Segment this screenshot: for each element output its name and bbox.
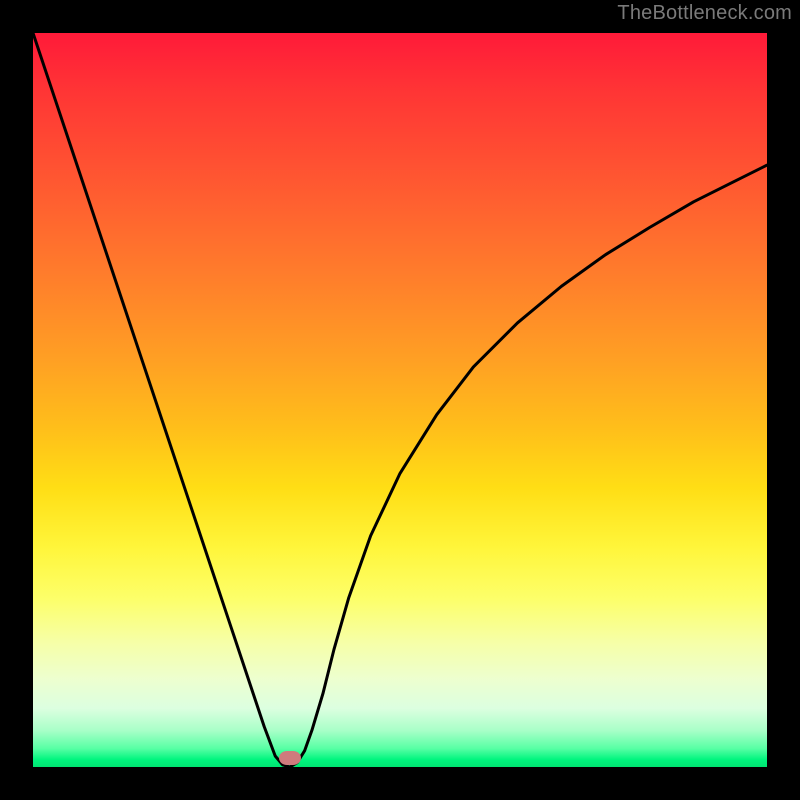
chart-frame: TheBottleneck.com: [0, 0, 800, 800]
plot-area: [33, 33, 767, 767]
bottleneck-curve: [33, 33, 767, 767]
min-marker: [279, 751, 301, 765]
curve-svg: [33, 33, 767, 767]
watermark-text: TheBottleneck.com: [617, 2, 792, 25]
